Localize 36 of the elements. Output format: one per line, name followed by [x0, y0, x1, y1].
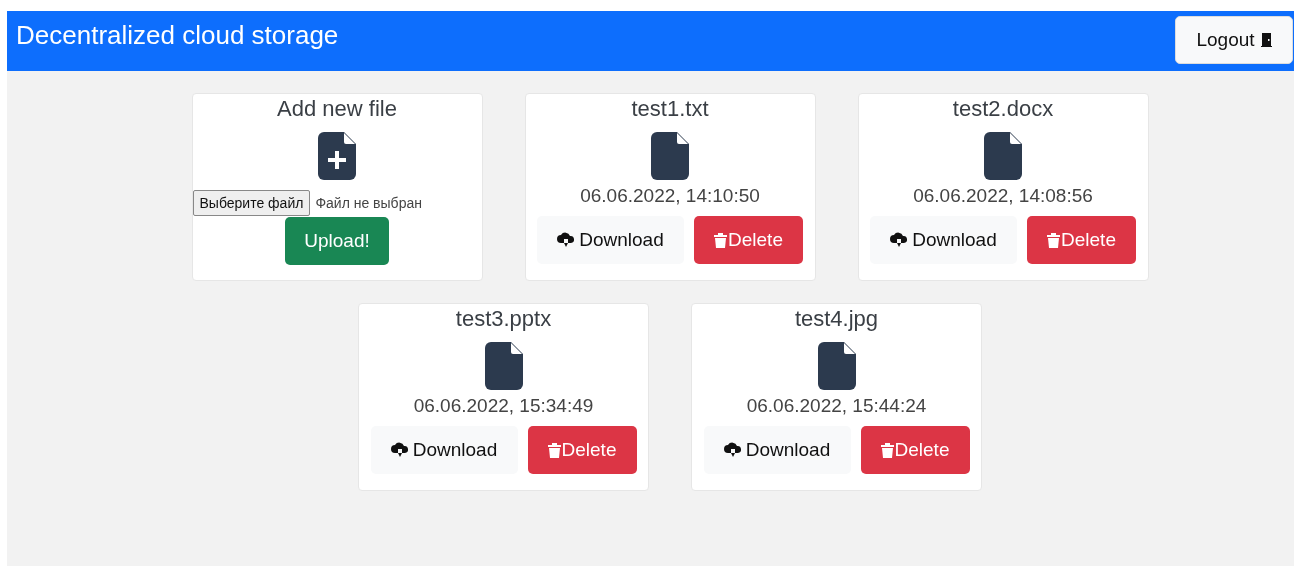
file-name: test4.jpg	[794, 306, 879, 332]
delete-button[interactable]: Delete	[694, 216, 803, 264]
card-title: Add new file	[277, 96, 397, 122]
logout-button[interactable]: Logout	[1175, 16, 1293, 64]
add-file-icon	[318, 132, 356, 180]
delete-button[interactable]: Delete	[527, 426, 637, 474]
trash-icon	[714, 232, 728, 248]
cloud-download-icon	[723, 442, 742, 458]
file-icon	[651, 132, 689, 180]
file-date: 06.06.2022, 14:08:56	[913, 184, 1093, 208]
file-date: 06.06.2022, 15:34:49	[413, 394, 594, 418]
upload-button[interactable]: Upload!	[285, 217, 389, 265]
trash-icon	[1047, 232, 1061, 248]
download-button[interactable]: Download	[703, 426, 851, 474]
file-icon	[484, 342, 523, 390]
trash-icon	[547, 442, 561, 458]
file-name: test1.txt	[631, 96, 709, 122]
download-button[interactable]: Download	[537, 216, 684, 264]
file-icon	[984, 132, 1022, 180]
choose-file-button[interactable]: Выберите файл	[192, 190, 311, 216]
app-title: Decentralized cloud storage	[16, 19, 339, 51]
download-button[interactable]: Download	[370, 426, 518, 474]
file-name: test2.docx	[952, 96, 1054, 122]
delete-button[interactable]: Delete	[1027, 216, 1136, 264]
file-name: test3.pptx	[455, 306, 552, 332]
file-date: 06.06.2022, 15:44:24	[746, 394, 927, 418]
cloud-download-icon	[557, 232, 576, 248]
file-date: 06.06.2022, 14:10:50	[580, 184, 760, 208]
file-status: Файл не выбран	[315, 195, 422, 211]
trash-icon	[880, 442, 894, 458]
door-icon	[1260, 33, 1272, 47]
cloud-download-icon	[890, 232, 909, 248]
file-icon	[817, 342, 856, 390]
delete-button[interactable]: Delete	[860, 426, 970, 474]
cloud-download-icon	[390, 442, 409, 458]
download-button[interactable]: Download	[870, 216, 1017, 264]
